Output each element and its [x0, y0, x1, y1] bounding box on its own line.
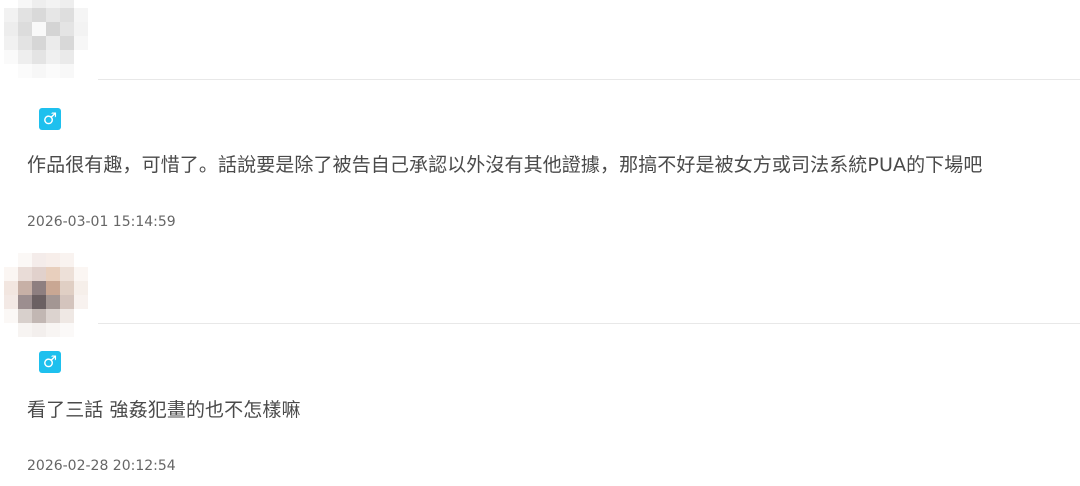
- avatar-mosaic-block: [4, 64, 18, 78]
- avatar-mosaic-block: [74, 22, 88, 36]
- avatar-mosaic-block: [46, 323, 60, 337]
- avatar-mosaic-block: [32, 22, 46, 36]
- avatar-mosaic-block: [18, 8, 32, 22]
- avatar-mosaic-block: [74, 50, 88, 64]
- avatar-mosaic-block: [60, 281, 74, 295]
- avatar-mosaic-block: [4, 309, 18, 323]
- divider: [98, 323, 1080, 324]
- avatar-mosaic-block: [60, 22, 74, 36]
- avatar-mosaic-block: [32, 309, 46, 323]
- avatar-mosaic-block: [46, 8, 60, 22]
- avatar-mosaic-block: [46, 281, 60, 295]
- avatar-mosaic-block: [60, 36, 74, 50]
- avatar-mosaic-block: [46, 50, 60, 64]
- avatar-mosaic-block: [46, 22, 60, 36]
- avatar-mosaic-block: [32, 36, 46, 50]
- avatar-mosaic-block: [46, 309, 60, 323]
- male-gender-icon: ♂: [39, 108, 61, 130]
- avatar-mosaic-block: [18, 64, 32, 78]
- avatar-mosaic-block: [32, 64, 46, 78]
- avatar-mosaic-block: [18, 0, 32, 8]
- divider: [98, 79, 1080, 80]
- avatar-mosaic-block: [46, 36, 60, 50]
- avatar-mosaic-block: [18, 323, 32, 337]
- avatar-mosaic-block: [74, 0, 88, 8]
- avatar-mosaic-block: [74, 295, 88, 309]
- male-gender-icon: ♂: [39, 351, 61, 373]
- avatar-mosaic-block: [4, 281, 18, 295]
- avatar-mosaic-block: [32, 253, 46, 267]
- comment-text: 看了三話 強姦犯畫的也不怎樣嘛: [27, 399, 301, 421]
- avatar-mosaic-block: [18, 267, 32, 281]
- avatar[interactable]: [4, 0, 88, 78]
- avatar-mosaic-block: [74, 253, 88, 267]
- avatar-mosaic-block: [18, 253, 32, 267]
- avatar-mosaic-block: [4, 22, 18, 36]
- avatar-mosaic-block: [46, 0, 60, 8]
- avatar-mosaic-block: [74, 281, 88, 295]
- avatar-mosaic-block: [4, 8, 18, 22]
- avatar-mosaic-block: [32, 295, 46, 309]
- avatar-mosaic-block: [60, 8, 74, 22]
- avatar-mosaic-block: [60, 323, 74, 337]
- avatar-mosaic-block: [4, 253, 18, 267]
- avatar[interactable]: [4, 253, 88, 337]
- avatar-mosaic-block: [4, 0, 18, 8]
- avatar-mosaic-block: [74, 64, 88, 78]
- avatar-mosaic-block: [18, 50, 32, 64]
- avatar-mosaic-block: [60, 0, 74, 8]
- avatar-mosaic-block: [46, 253, 60, 267]
- avatar-mosaic-block: [46, 295, 60, 309]
- avatar-mosaic-block: [32, 267, 46, 281]
- avatar-mosaic-block: [32, 0, 46, 8]
- avatar-mosaic-block: [60, 50, 74, 64]
- avatar-mosaic-block: [60, 267, 74, 281]
- avatar-mosaic-block: [18, 36, 32, 50]
- avatar-mosaic-block: [74, 323, 88, 337]
- comment-timestamp: 2026-02-28 20:12:54: [27, 458, 176, 474]
- avatar-mosaic-block: [74, 36, 88, 50]
- avatar-mosaic-block: [4, 50, 18, 64]
- avatar-mosaic-block: [60, 64, 74, 78]
- avatar-mosaic-block: [32, 281, 46, 295]
- avatar-mosaic-block: [4, 295, 18, 309]
- avatar-mosaic-block: [60, 253, 74, 267]
- avatar-mosaic-block: [60, 309, 74, 323]
- avatar-mosaic-block: [4, 323, 18, 337]
- comment-text: 作品很有趣，可惜了。話說要是除了被告自己承認以外沒有其他證據，那搞不好是被女方或…: [27, 154, 983, 176]
- avatar-mosaic-block: [74, 267, 88, 281]
- avatar-mosaic-block: [4, 36, 18, 50]
- avatar-mosaic-block: [32, 8, 46, 22]
- avatar-mosaic-block: [18, 281, 32, 295]
- avatar-mosaic-block: [18, 309, 32, 323]
- avatar-mosaic-block: [18, 295, 32, 309]
- avatar-mosaic-block: [46, 64, 60, 78]
- avatar-mosaic-block: [60, 295, 74, 309]
- avatar-mosaic-block: [46, 267, 60, 281]
- avatar-mosaic-block: [32, 323, 46, 337]
- avatar-mosaic-block: [4, 267, 18, 281]
- avatar-mosaic-block: [74, 8, 88, 22]
- avatar-mosaic-block: [18, 22, 32, 36]
- comment-timestamp: 2026-03-01 15:14:59: [27, 214, 176, 230]
- avatar-mosaic-block: [74, 309, 88, 323]
- avatar-mosaic-block: [32, 50, 46, 64]
